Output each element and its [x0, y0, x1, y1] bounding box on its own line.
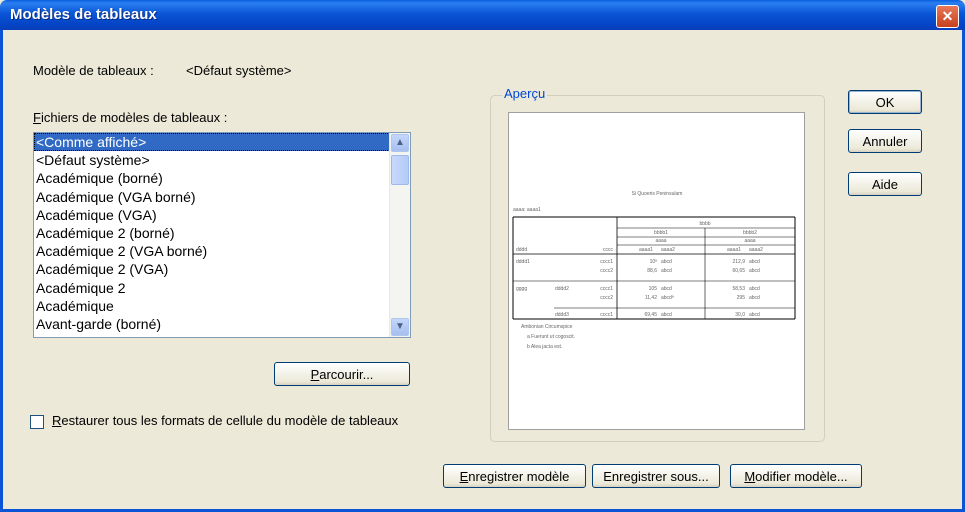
- cell-value: abcd: [749, 268, 760, 274]
- preview-table-title: Si Quoeris Peninsulam: [632, 191, 683, 197]
- preview-layer-label: aaaa: aaaa1: [513, 207, 541, 213]
- col-header-top: bbbb: [699, 221, 710, 227]
- browse-button[interactable]: Parcourir...: [274, 362, 410, 386]
- col-header-b1: bbbb1: [654, 230, 668, 236]
- row-dim-label: cccc: [603, 247, 614, 253]
- list-item[interactable]: Académique 2 (VGA borné): [34, 242, 410, 260]
- cell-value: abcd: [661, 259, 672, 265]
- list-item[interactable]: Académique: [34, 297, 410, 315]
- cell-value: abcd: [749, 295, 760, 301]
- col-header-sub: aaaa: [655, 238, 666, 244]
- window-frame-left: [0, 30, 3, 512]
- row-label: cccc2: [600, 295, 613, 301]
- window-title: Modèles de tableaux: [10, 6, 157, 23]
- cell-value: abcd: [661, 286, 672, 292]
- row-group-label: dddd1: [516, 259, 530, 265]
- close-icon: ✕: [941, 8, 954, 24]
- chevron-down-icon: ▼: [395, 321, 405, 332]
- files-label: Fichiers de modèles de tableaux :: [33, 110, 228, 125]
- preview-table-image: Si Quoeris Peninsulam aaaa: aaaa1 bbbb bbbb…: [512, 191, 796, 350]
- cell-value: 60,65: [732, 268, 745, 274]
- cell-value: abcdª: [661, 295, 674, 301]
- list-item[interactable]: Avant-garde (borné): [34, 315, 410, 333]
- row-label: cccc2: [600, 268, 613, 274]
- row-label: cccc1: [600, 312, 613, 318]
- row-dim-label: dddd: [516, 247, 527, 253]
- scroll-down-button[interactable]: ▼: [391, 318, 409, 336]
- list-item[interactable]: Académique (borné): [34, 169, 410, 187]
- title-bar: Modèles de tableaux ✕: [0, 0, 965, 30]
- preview-area: Si Quoeris Peninsulam aaaa: aaaa1 bbbb bbbb…: [508, 112, 805, 430]
- restore-formats-checkbox[interactable]: [30, 415, 44, 429]
- list-item[interactable]: Académique 2: [34, 279, 410, 297]
- chevron-up-icon: ▲: [395, 137, 405, 148]
- cell-value: abcd: [661, 268, 672, 274]
- cell-value: abcd: [749, 286, 760, 292]
- list-item[interactable]: <Comme affiché>: [34, 133, 410, 152]
- preview-footnote: b Alea jacta est.: [527, 344, 562, 350]
- preview-label: Aperçu: [502, 86, 548, 101]
- list-item[interactable]: <Défaut système>: [34, 151, 410, 169]
- vertical-scrollbar[interactable]: ▲ ▼: [389, 133, 410, 337]
- list-item[interactable]: Académique (VGA): [34, 206, 410, 224]
- row-group-label: gggg: [516, 286, 527, 292]
- list-item[interactable]: Académique 2 (VGA): [34, 260, 410, 278]
- listbox-items: <Comme affiché> <Défaut système> Académiqu…: [34, 133, 410, 333]
- cell-value: 30,0: [735, 312, 745, 318]
- cell-value: 105: [649, 286, 658, 292]
- cell-value: 295: [737, 295, 746, 301]
- preview-footnote: a Fuerunt ut cogoscit.: [527, 334, 575, 340]
- cell-value: abcd: [749, 312, 760, 318]
- preview-footnote: Ambonian Circumspice: [521, 324, 573, 330]
- row-subgroup-label: dddd2: [555, 286, 569, 292]
- col-label: aaaa1: [639, 247, 653, 253]
- cell-value: 10ª: [650, 259, 658, 265]
- list-item[interactable]: Académique 2 (borné): [34, 224, 410, 242]
- restore-formats-label: Restaurer tous les formats de cellule du…: [52, 413, 399, 428]
- col-label: aaaa2: [749, 247, 763, 253]
- col-header-sub: aaaa: [744, 238, 755, 244]
- cell-value: 11,42: [645, 295, 657, 301]
- template-label: Modèle de tableaux :: [33, 63, 154, 78]
- save-template-button[interactable]: Enregistrer modèle: [443, 464, 586, 488]
- cell-value: 58,53: [732, 286, 745, 292]
- col-label: aaaa2: [661, 247, 675, 253]
- cell-value: abcd: [749, 259, 760, 265]
- row-label: cccc1: [600, 259, 613, 265]
- cancel-button[interactable]: Annuler: [848, 129, 922, 153]
- col-header-b2: bbbb2: [743, 230, 757, 236]
- col-label: aaaa1: [727, 247, 741, 253]
- list-item[interactable]: Académique (VGA borné): [34, 188, 410, 206]
- scroll-up-button[interactable]: ▲: [391, 134, 409, 152]
- ok-button[interactable]: OK: [848, 90, 922, 114]
- template-files-listbox[interactable]: <Comme affiché> <Défaut système> Académiqu…: [33, 132, 411, 338]
- cell-value: abcd: [661, 312, 672, 318]
- help-button[interactable]: Aide: [848, 172, 922, 196]
- cell-value: 69,45: [644, 312, 657, 318]
- scroll-thumb[interactable]: [391, 155, 409, 185]
- cell-value: 212,9: [732, 259, 745, 265]
- save-as-button[interactable]: Enregistrer sous...: [592, 464, 720, 488]
- row-label: cccc1: [600, 286, 613, 292]
- row-subgroup-label: dddd3: [555, 312, 569, 318]
- template-value: <Défaut système>: [186, 63, 292, 78]
- close-button[interactable]: ✕: [936, 5, 959, 28]
- edit-template-button[interactable]: Modifier modèle...: [730, 464, 862, 488]
- cell-value: 88,6: [647, 268, 657, 274]
